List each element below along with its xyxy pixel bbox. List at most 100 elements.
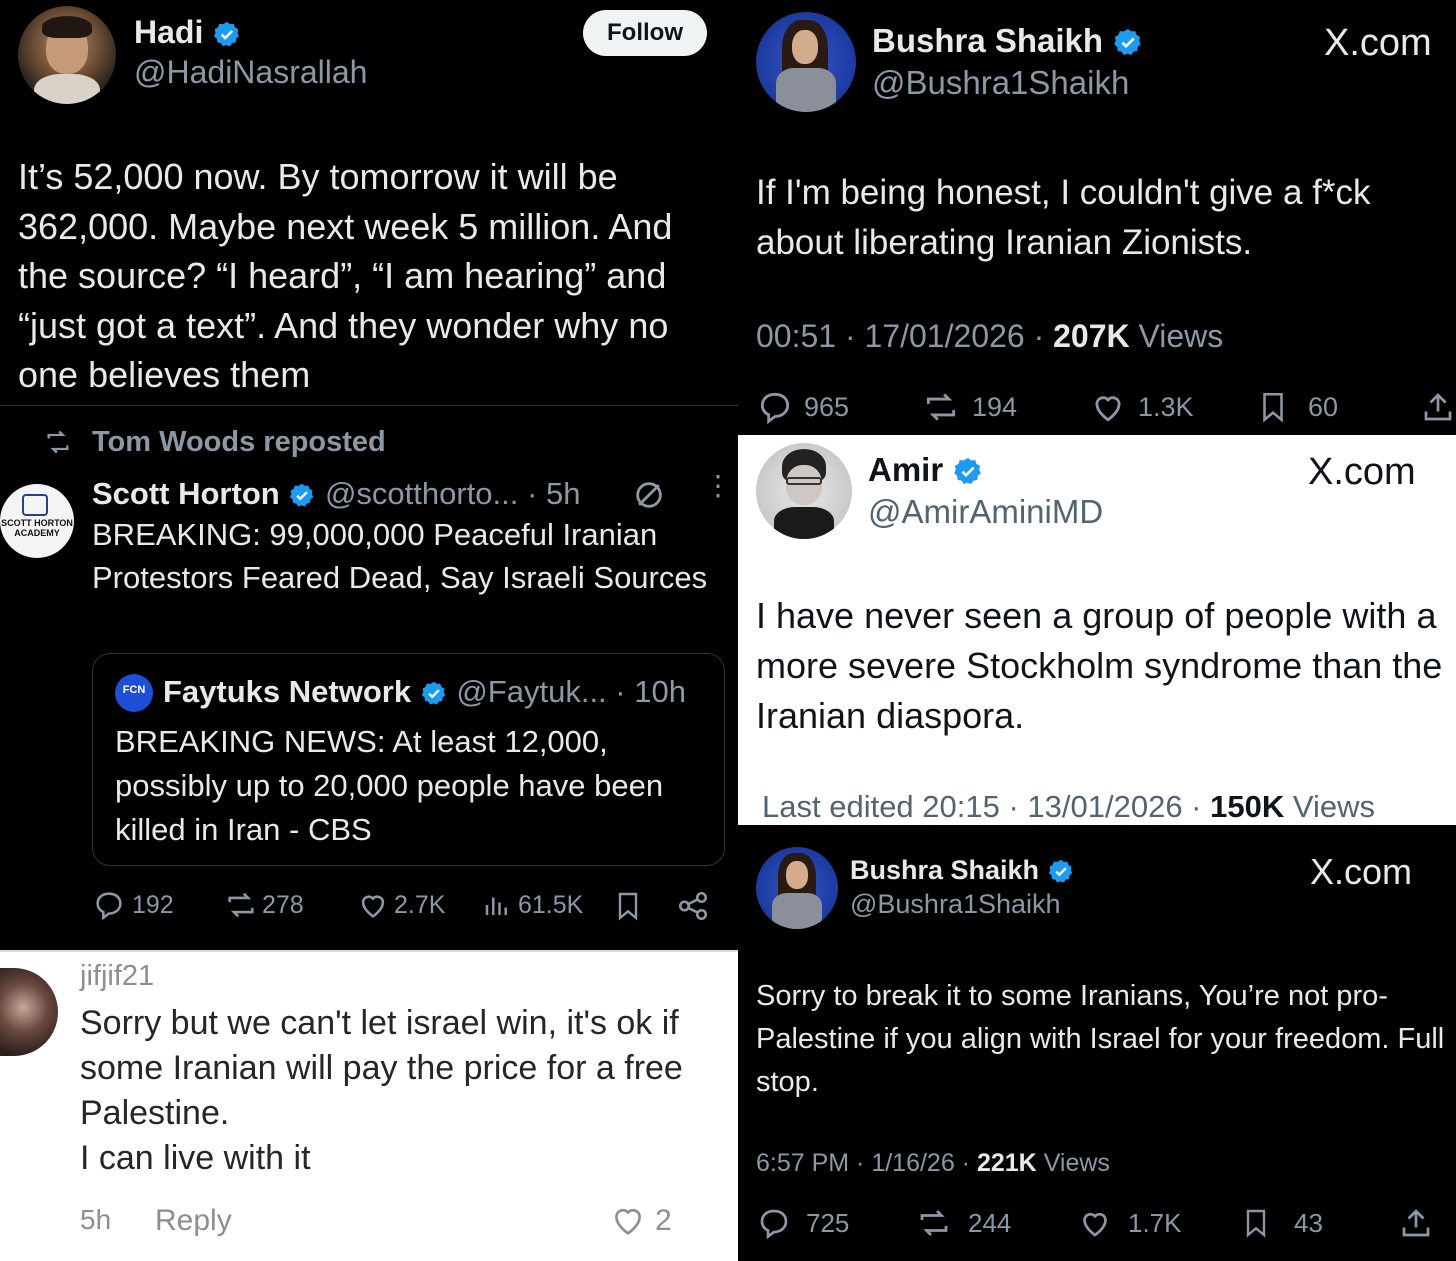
heart-icon (361, 895, 385, 918)
tweet-bushra-1: Bushra Shaikh @Bushra1Shaikh X.com If I'… (738, 0, 1456, 435)
quote-text: BREAKING NEWS: At least 12,000, possibly… (115, 724, 664, 847)
verified-badge-icon (1048, 859, 1072, 883)
avatar[interactable]: SCOTT HORTON ACADEMY (0, 484, 74, 558)
author-name[interactable]: Hadi (134, 14, 203, 50)
views-label: Views (1138, 318, 1224, 354)
like-count: 2 (655, 1204, 672, 1237)
tweet-meta: 6:57 PM · 1/16/26 · 221K Views (756, 1149, 1110, 1178)
comment-line-1: Sorry but we can't let israel win, it's … (80, 1004, 679, 1042)
avatar[interactable] (756, 443, 852, 539)
reply-icon (760, 1209, 788, 1240)
avatar[interactable] (0, 968, 58, 1056)
bookmark-count: 60 (1308, 391, 1339, 422)
reply-count: 192 (132, 890, 174, 919)
author-handle[interactable]: @Bushra1Shaikh (850, 889, 1061, 920)
author-handle[interactable]: @scotthorto... (325, 476, 518, 511)
more-options-icon[interactable]: ⋮ (704, 472, 732, 500)
tweet-timestamp[interactable]: Last edited 20:15 · 13/01/2026 · (762, 789, 1202, 824)
avatar[interactable] (756, 12, 856, 112)
quote-time: · 10h (615, 674, 686, 709)
avatar[interactable] (756, 847, 838, 929)
tweet-timestamp[interactable]: 6:57 PM · 1/16/26 · (756, 1149, 970, 1177)
bookmark-button[interactable]: 43 (1240, 1205, 1323, 1241)
reply-count: 725 (806, 1207, 850, 1238)
author-handle[interactable]: @AmirAminiMD (868, 493, 1103, 531)
reply-button[interactable]: 725 (756, 1205, 849, 1241)
author-name[interactable]: Bushra Shaikh (850, 855, 1039, 885)
author-name[interactable]: Bushra Shaikh (872, 22, 1103, 59)
author-name[interactable]: Amir (868, 451, 943, 488)
repost-count: 278 (262, 890, 304, 919)
avatar-label: FCN (122, 684, 146, 696)
views-button[interactable]: 61.5K (482, 888, 583, 922)
views-icon (485, 897, 507, 915)
xcom-watermark: X.com (1310, 851, 1413, 892)
repost-icon (926, 393, 956, 421)
like-button[interactable]: 1.3K (1088, 388, 1194, 426)
tweet-timestamp[interactable]: 00:51 · 17/01/2026 · (756, 318, 1044, 354)
follow-button[interactable]: Follow (583, 10, 707, 56)
tweet-text: Sorry to break it to some Iranians, You’… (756, 980, 1445, 1098)
share-icon[interactable] (676, 888, 710, 924)
tweet-meta: Last edited 20:15 · 13/01/2026 · 150K Vi… (762, 789, 1375, 825)
bookmark-icon (1246, 1209, 1266, 1238)
verified-badge-icon (214, 21, 240, 46)
reply-count: 965 (804, 391, 850, 422)
bookmark-count: 43 (1294, 1207, 1323, 1238)
repost-icon (228, 892, 254, 918)
comment-time: 5h (80, 1204, 112, 1235)
tweet-text: BREAKING: 99,000,000 Peaceful Iranian Pr… (92, 517, 708, 595)
xcom-watermark: X.com (1324, 22, 1432, 64)
reply-button[interactable]: 965 (756, 388, 849, 426)
reply-button[interactable]: 192 (92, 888, 174, 922)
bookmark-icon[interactable] (612, 888, 644, 924)
comment-line-3: Palestine. (80, 1094, 230, 1132)
repost-count: 244 (968, 1207, 1012, 1238)
commenter-name[interactable]: jifjif21 (80, 960, 154, 993)
like-count: 1.3K (1138, 391, 1194, 422)
reposted-by[interactable]: Tom Woods reposted (92, 426, 386, 459)
share-icon[interactable] (1420, 388, 1456, 426)
like-button[interactable]: 1.7K (1076, 1205, 1182, 1241)
avatar-label: SCOTT HORTON ACADEMY (1, 518, 73, 538)
bookmark-icon (1263, 392, 1283, 423)
view-count: 221K (976, 1149, 1037, 1177)
author-handle[interactable]: @HadiNasrallah (134, 54, 367, 91)
tweet-text: It’s 52,000 now. By tomorrow it will be … (18, 156, 673, 395)
repost-button[interactable]: 278 (224, 888, 304, 922)
views-label: Views (1043, 1149, 1110, 1177)
reply-icon (96, 892, 122, 921)
bookmark-button[interactable]: 60 (1256, 388, 1338, 426)
tweet-scott-horton: Tom Woods reposted SCOTT HORTON ACADEMY … (0, 405, 738, 950)
like-button[interactable]: 2.7K (356, 888, 445, 922)
repost-icon (47, 430, 69, 454)
avatar[interactable] (18, 6, 116, 104)
quote-author-handle: @Faytuk... (456, 674, 607, 709)
tweet-time[interactable]: · 5h (527, 476, 580, 511)
avatar: FCN (115, 674, 153, 712)
repost-icon (920, 1210, 948, 1236)
view-count: 61.5K (518, 890, 584, 919)
tweet-hadi: Hadi @HadiNasrallah Follow It’s 52,000 n… (0, 0, 738, 405)
like-count: 1.7K (1128, 1207, 1182, 1238)
author-name[interactable]: Scott Horton (92, 476, 280, 511)
tweet-text: If I'm being honest, I couldn't give a f… (756, 173, 1371, 262)
author-handle[interactable]: @Bushra1Shaikh (872, 64, 1129, 102)
comment-jifjif21: jifjif21 Sorry but we can't let israel w… (0, 950, 738, 1261)
tweet-text: I have never seen a group of people with… (756, 595, 1443, 736)
grok-icon[interactable] (632, 478, 666, 512)
tweet-amir: Amir @AmirAminiMD X.com I have never see… (738, 435, 1456, 825)
verified-badge-icon (954, 458, 982, 485)
verified-badge-icon (290, 483, 314, 507)
repost-button[interactable]: 194 (920, 388, 1017, 426)
share-icon[interactable] (1398, 1205, 1434, 1241)
verified-badge-icon (1114, 29, 1142, 56)
views-label: Views (1292, 789, 1375, 824)
repost-button[interactable]: 244 (914, 1205, 1011, 1241)
quote-tweet[interactable]: FCN Faytuks Network @Faytuk... · 10h BRE… (92, 653, 725, 866)
heart-icon (1095, 396, 1121, 422)
reply-button[interactable]: Reply (155, 1204, 232, 1238)
tweet-meta: 00:51 · 17/01/2026 · 207K Views (756, 318, 1223, 355)
reply-icon (760, 392, 790, 425)
heart-icon[interactable] (608, 1200, 648, 1240)
